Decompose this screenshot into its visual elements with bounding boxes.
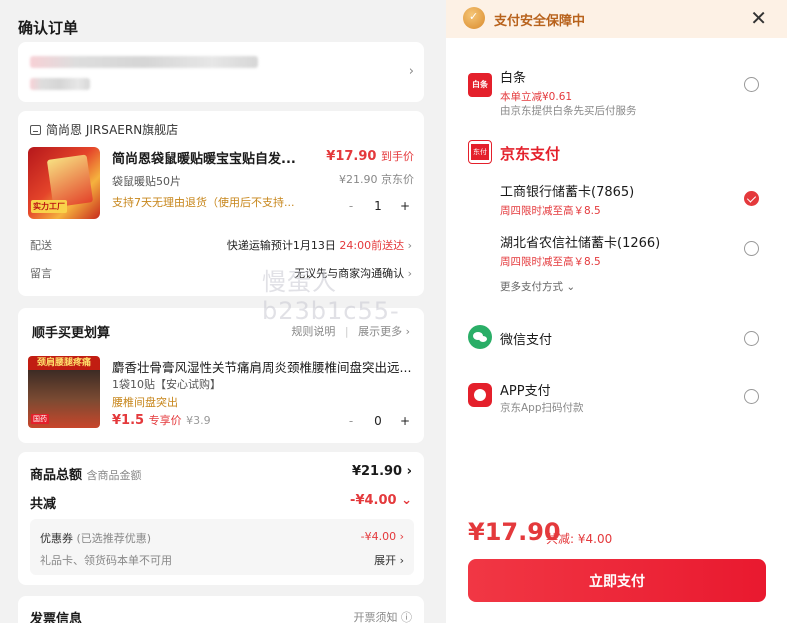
- add-on-product-tag: 腰椎间盘突出: [112, 396, 178, 409]
- add-on-product-title[interactable]: 麝香壮骨膏风湿性关节痛肩周炎颈椎腰椎间盘突出远...: [112, 357, 412, 376]
- baitiao-name[interactable]: 白条: [500, 67, 526, 86]
- plus-button[interactable]: +: [396, 199, 414, 213]
- store-icon: [30, 124, 41, 135]
- product-original-price: ¥21.90 京东价: [339, 173, 414, 186]
- shop-card: 简尚恩 JIRSAERN旗舰店 实力工厂 简尚恩袋鼠暖贴暖宝宝贴自发... ¥1…: [18, 111, 424, 296]
- wechat-pay-name[interactable]: 微信支付: [500, 329, 552, 348]
- plus-button[interactable]: +: [396, 414, 414, 428]
- total-value[interactable]: ¥21.90 ›: [352, 464, 412, 479]
- expand-link[interactable]: 展开 ›: [374, 552, 404, 568]
- card-hubei-name[interactable]: 湖北省农信社储蓄卡(1266): [500, 232, 660, 251]
- page-title: 确认订单: [18, 19, 79, 37]
- chevron-down-icon: ⌄: [566, 281, 576, 293]
- address-blurred-line: [30, 78, 90, 90]
- discount-value[interactable]: -¥4.00 ⌄: [350, 493, 412, 508]
- payment-panel: 支付安全保障中 ✕ 白条 白条 本单立减¥0.61 由京东提供白条先买后付服务 …: [446, 0, 787, 623]
- payment-header: 支付安全保障中 ✕: [446, 0, 787, 38]
- baitiao-promo: 本单立减¥0.61: [500, 91, 573, 103]
- note-label: 留言: [30, 267, 52, 280]
- wechat-pay-radio[interactable]: [744, 331, 759, 346]
- note-field[interactable]: 无议先与商家沟通确认 ›: [294, 265, 412, 281]
- app-pay-radio[interactable]: [744, 389, 759, 404]
- shield-icon: [463, 7, 485, 29]
- payment-header-title: 支付安全保障中: [494, 14, 586, 29]
- coupon-value[interactable]: -¥4.00 ›: [361, 530, 404, 543]
- delivery-info[interactable]: 快递运输预计1月13日 24:00前送达 ›: [227, 237, 412, 253]
- coupon-box: 优惠券 (已选推荐优惠) -¥4.00 › 礼品卡、领货码本单不可用 展开 ›: [30, 519, 414, 575]
- address-blurred-line: [30, 56, 258, 68]
- rules-link[interactable]: 规则说明: [291, 325, 335, 338]
- product-price: ¥17.90 到手价: [326, 149, 414, 164]
- gift-card-label: 礼品卡、领货码本单不可用: [40, 554, 172, 567]
- add-on-product-image[interactable]: 颈肩腰腿疼痛 国药: [28, 356, 100, 428]
- jd-app-icon: [468, 383, 492, 407]
- baitiao-icon: 白条: [468, 73, 492, 97]
- shop-header[interactable]: 简尚恩 JIRSAERN旗舰店: [30, 121, 178, 138]
- quantity-stepper[interactable]: - 1 +: [342, 195, 414, 217]
- pay-total-discount: 共减: ¥4.00: [546, 532, 613, 546]
- jd-pay-icon: 东付: [468, 140, 492, 164]
- add-on-title: 顺手买更划算: [32, 326, 111, 341]
- minus-button[interactable]: -: [342, 414, 360, 428]
- add-on-product-spec: 1袋10贴【安心试购】: [112, 378, 221, 391]
- address-card[interactable]: ›: [18, 42, 424, 102]
- total-label: 商品总额 含商品金额: [30, 468, 142, 483]
- product-title[interactable]: 简尚恩袋鼠暖贴暖宝宝贴自发...: [112, 148, 296, 167]
- card-icbc-promo: 周四限时减至高￥8.5: [500, 205, 601, 217]
- card-hubei-radio[interactable]: [744, 241, 759, 256]
- chevron-down-icon: ⌄: [401, 493, 412, 508]
- add-on-card: 顺手买更划算 规则说明 | 展示更多 › 颈肩腰腿疼痛 国药 麝香壮骨膏风湿性关…: [18, 308, 424, 443]
- pay-now-button[interactable]: 立即支付: [468, 559, 766, 602]
- invoice-label: 发票信息: [30, 612, 83, 623]
- more-payment-methods[interactable]: 更多支付方式 ⌄: [500, 279, 575, 294]
- add-on-product-price: ¥1.5 专享价 ¥3.9: [112, 413, 211, 428]
- invoice-card[interactable]: 发票信息 开票须知 ⓘ: [18, 596, 424, 623]
- wechat-icon: [468, 325, 492, 349]
- baitiao-radio[interactable]: [744, 77, 759, 92]
- app-pay-desc: 京东App扫码付款: [500, 402, 584, 414]
- add-on-quantity-stepper[interactable]: - 0 +: [342, 410, 414, 432]
- order-panel: 确认订单 › 简尚恩 JIRSAERN旗舰店 实力工厂 简尚恩袋鼠暖贴暖宝宝贴自…: [0, 0, 443, 623]
- chevron-right-icon: ›: [407, 239, 412, 252]
- delivery-label: 配送: [30, 239, 52, 252]
- minus-button[interactable]: -: [342, 199, 360, 213]
- card-icbc-radio[interactable]: [744, 191, 759, 206]
- invoice-notice-link[interactable]: 开票须知 ⓘ: [354, 609, 413, 623]
- product-spec: 袋鼠暖贴50片: [112, 175, 181, 188]
- add-on-image-tag: 国药: [31, 414, 49, 424]
- discount-label: 共减: [30, 497, 57, 512]
- return-policy: 支持7天无理由退货（使用后不支持...: [112, 196, 295, 209]
- card-icbc-name[interactable]: 工商银行储蓄卡(7865): [500, 181, 634, 200]
- close-icon[interactable]: ✕: [750, 6, 767, 30]
- baitiao-desc: 由京东提供白条先买后付服务: [500, 105, 637, 117]
- jd-pay-title: 京东支付: [500, 145, 561, 163]
- quantity-value[interactable]: 0: [374, 414, 382, 428]
- product-image[interactable]: 实力工厂: [28, 147, 100, 219]
- app-pay-name[interactable]: APP支付: [500, 380, 551, 399]
- summary-card: 商品总额 含商品金额 ¥21.90 › 共减 -¥4.00 ⌄ 优惠券 (已选推…: [18, 452, 424, 585]
- card-hubei-promo: 周四限时减至高￥8.5: [500, 256, 601, 268]
- chevron-right-icon: ›: [408, 64, 414, 79]
- quantity-value[interactable]: 1: [374, 199, 382, 213]
- shop-name: 简尚恩 JIRSAERN旗舰店: [46, 123, 179, 137]
- chevron-right-icon: ›: [407, 267, 412, 280]
- add-on-links: 规则说明 | 展示更多 ›: [291, 325, 410, 338]
- product-badge: 实力工厂: [31, 200, 67, 213]
- add-on-image-banner: 颈肩腰腿疼痛: [28, 356, 100, 370]
- show-more-link[interactable]: 展示更多: [358, 325, 402, 338]
- coupon-label: 优惠券 (已选推荐优惠): [40, 532, 152, 545]
